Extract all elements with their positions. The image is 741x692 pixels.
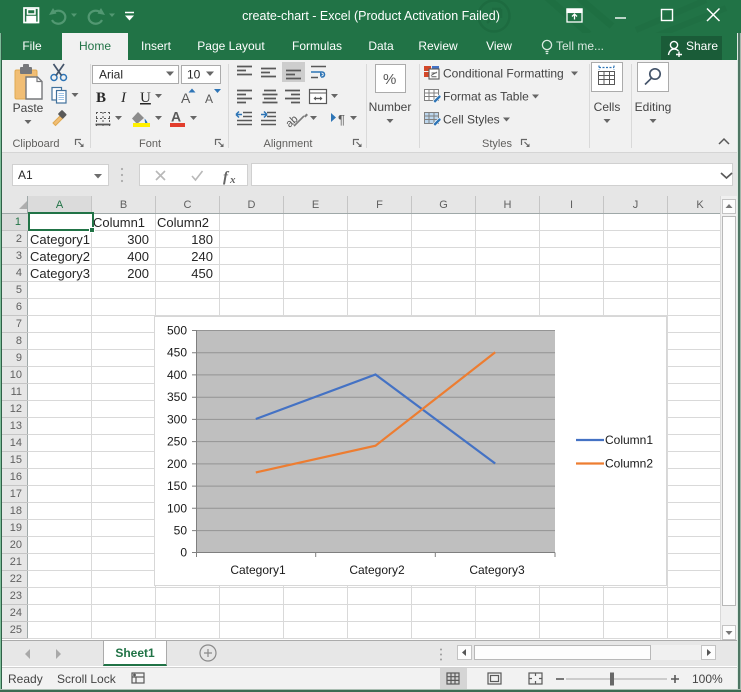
svg-text:Cell Styles: Cell Styles [443,113,500,127]
svg-text:A: A [171,109,181,125]
svg-text:250: 250 [167,435,187,449]
svg-text:400: 400 [167,368,187,382]
svg-text:150: 150 [167,479,187,493]
svg-text:450: 450 [167,346,187,360]
svg-text:Category3: Category3 [469,563,525,577]
svg-text:300: 300 [167,412,187,426]
svg-text:Number: Number [369,100,412,114]
svg-text:¶: ¶ [338,112,345,127]
svg-text:0: 0 [180,546,187,560]
svg-text:Category2: Category2 [349,563,405,577]
svg-text:I: I [120,90,127,106]
svg-text:Paste: Paste [13,101,44,115]
svg-text:Cells: Cells [594,100,621,114]
svg-text:Conditional Formatting: Conditional Formatting [443,67,564,81]
svg-text:x: x [229,174,236,186]
svg-text:Editing: Editing [635,100,672,114]
svg-text:Format as Table: Format as Table [443,90,529,104]
svg-text:100: 100 [167,501,187,515]
svg-text:350: 350 [167,390,187,404]
svg-text:10: 10 [187,68,201,82]
svg-text:Column2: Column2 [605,457,653,471]
svg-text:f: f [223,170,230,186]
svg-text:Column1: Column1 [605,433,653,447]
svg-text:create-chart - Excel (Product: create-chart - Excel (Product Activation… [242,9,500,23]
svg-text:U: U [140,90,151,106]
svg-text:B: B [96,90,106,106]
svg-text:500: 500 [167,324,187,338]
svg-text:200: 200 [167,457,187,471]
svg-text:Arial: Arial [99,68,123,82]
svg-text:A: A [205,92,213,106]
svg-text:%: % [383,71,396,88]
svg-text:50: 50 [174,524,188,538]
svg-text:Category1: Category1 [230,563,286,577]
